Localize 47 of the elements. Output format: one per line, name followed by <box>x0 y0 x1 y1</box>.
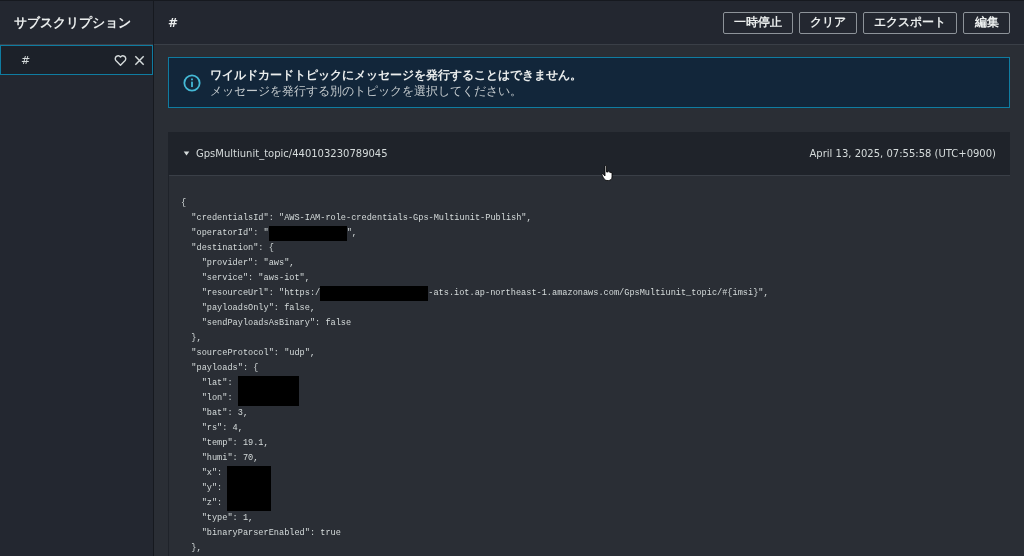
subscription-topic: # <box>21 53 32 67</box>
code-line: "bat": 3, <box>200 407 249 420</box>
redaction-bar <box>237 376 299 391</box>
code-line: "lon": <box>200 392 234 405</box>
toolbar-button[interactable]: クリア <box>799 11 857 34</box>
code-line: "payloads": { <box>190 362 259 375</box>
message-header[interactable]: GpsMultiunit_topic/440103230789045 April 13, 2025, 07:55:58 (UTC+0900) <box>169 132 1010 176</box>
code-line: "humi": 70, <box>200 452 259 465</box>
code-line: "destination": { <box>190 242 274 255</box>
code-line: "service": "aws-iot", <box>200 272 310 285</box>
code-line: "operatorId": " <box>190 227 269 240</box>
hand-cursor-icon <box>601 165 613 181</box>
code-line: "z": <box>200 497 224 510</box>
topic-title: # <box>168 15 179 30</box>
message-timestamp: April 13, 2025, 07:55:58 (UTC+0900) <box>809 148 996 159</box>
code-line: "temp": 19.1, <box>200 437 269 450</box>
heart-icon[interactable] <box>114 53 127 67</box>
code-line: "rs": 4, <box>200 422 243 435</box>
toolbar-button[interactable]: 一時停止 <box>723 11 793 34</box>
toolbar-button[interactable]: 編集 <box>963 11 1010 34</box>
redaction-bar <box>227 496 272 511</box>
code-line: "binaryParserEnabled": true <box>200 527 341 540</box>
code-line: "y": <box>200 482 224 495</box>
caret-icon[interactable] <box>183 150 190 157</box>
message-topic: GpsMultiunit_topic/440103230789045 <box>196 148 389 159</box>
subscription-item[interactable]: # <box>0 45 153 75</box>
code-line: "type": 1, <box>200 512 254 525</box>
close-icon[interactable] <box>133 53 146 67</box>
code-line: "resourceUrl": "https:/ <box>200 287 321 300</box>
code-line: "lat": <box>200 377 234 390</box>
code-line: { <box>181 197 187 210</box>
alert-message: メッセージを発行する別のトピックを選択してください。 <box>210 82 523 99</box>
code-line: "x": <box>200 467 224 480</box>
code-line: -ats.iot.ap-northeast-1.amazonaws.com/GpsMultiunit_topic/#{imsi}", <box>428 287 769 300</box>
code-line: "credentialsId": "AWS-IAM-role-credentials-Gps-Multiunit-Publish", <box>190 212 532 225</box>
code-line: }, <box>190 542 202 555</box>
code-line: "sendPayloadsAsBinary": false <box>200 317 352 330</box>
code-line: "sourceProtocol": "udp", <box>190 347 316 360</box>
redaction-bar <box>237 391 299 406</box>
toolbar-button[interactable]: エクスポート <box>863 11 957 34</box>
code-line: ", <box>346 227 357 240</box>
redaction-bar <box>227 466 272 481</box>
code-line: }, <box>190 332 202 345</box>
alert-title: ワイルドカードトピックにメッセージを発行することはできません。 <box>210 66 582 83</box>
info-icon <box>183 73 201 92</box>
code-line: "provider": "aws", <box>200 257 295 270</box>
code-line: "payloadsOnly": false, <box>200 302 316 315</box>
